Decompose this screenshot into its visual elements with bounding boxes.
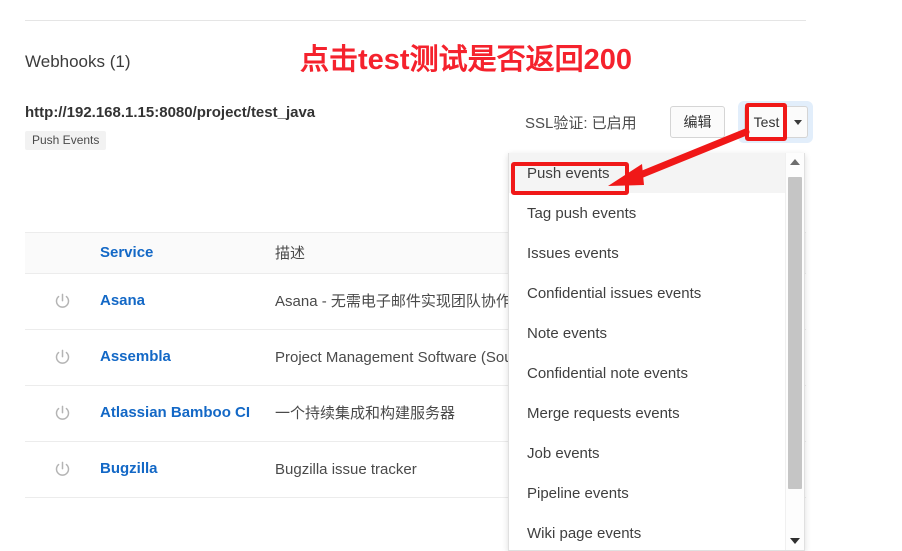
- dropdown-scrollbar[interactable]: [785, 153, 804, 550]
- scroll-up-arrow-icon[interactable]: [786, 153, 804, 171]
- dropdown-item-merge-requests-events[interactable]: Merge requests events: [509, 393, 786, 433]
- service-name[interactable]: Atlassian Bamboo CI: [100, 403, 275, 423]
- webhook-trigger-badge: Push Events: [25, 131, 107, 150]
- ssl-verification-label: SSL验证: 已启用: [525, 115, 637, 132]
- service-name[interactable]: Asana: [100, 291, 275, 311]
- column-header-service: Service: [100, 243, 154, 261]
- power-icon: [55, 349, 70, 364]
- dropdown-item-wiki-page-events[interactable]: Wiki page events: [509, 513, 786, 550]
- service-toggle-cell[interactable]: [25, 293, 100, 310]
- scroll-down-arrow-icon[interactable]: [786, 532, 804, 550]
- edit-button[interactable]: 编辑: [670, 106, 725, 138]
- chevron-down-icon: [793, 119, 802, 125]
- power-icon: [55, 293, 70, 308]
- top-divider: [25, 20, 806, 21]
- test-events-dropdown-menu: Push events Tag push events Issues event…: [508, 153, 805, 551]
- service-toggle-cell[interactable]: [25, 405, 100, 422]
- service-toggle-cell[interactable]: [25, 349, 100, 366]
- service-name[interactable]: Assembla: [100, 347, 275, 367]
- dropdown-item-job-events[interactable]: Job events: [509, 433, 786, 473]
- triangle-down-glyph: [790, 538, 800, 544]
- dropdown-item-push-events[interactable]: Push events: [509, 153, 786, 193]
- dropdown-item-confidential-note-events[interactable]: Confidential note events: [509, 353, 786, 393]
- dropdown-item-list: Push events Tag push events Issues event…: [509, 153, 786, 550]
- annotation-text: 点击test测试是否返回200: [300, 44, 632, 76]
- scrollbar-thumb[interactable]: [788, 177, 802, 489]
- triangle-up-glyph: [790, 159, 800, 165]
- service-name[interactable]: Bugzilla: [100, 459, 275, 479]
- test-split-button-group: Test: [738, 101, 813, 143]
- test-dropdown-toggle[interactable]: [788, 106, 808, 138]
- power-icon: [55, 405, 70, 420]
- dropdown-item-confidential-issues-events[interactable]: Confidential issues events: [509, 273, 786, 313]
- test-button[interactable]: Test: [744, 106, 788, 138]
- service-toggle-cell[interactable]: [25, 461, 100, 478]
- webhook-url: http://192.168.1.15:8080/project/test_ja…: [25, 104, 316, 121]
- dropdown-item-pipeline-events[interactable]: Pipeline events: [509, 473, 786, 513]
- page-title: Webhooks (1): [25, 52, 131, 71]
- dropdown-item-tag-push-events[interactable]: Tag push events: [509, 193, 786, 233]
- dropdown-item-note-events[interactable]: Note events: [509, 313, 786, 353]
- dropdown-item-issues-events[interactable]: Issues events: [509, 233, 786, 273]
- power-icon: [55, 461, 70, 476]
